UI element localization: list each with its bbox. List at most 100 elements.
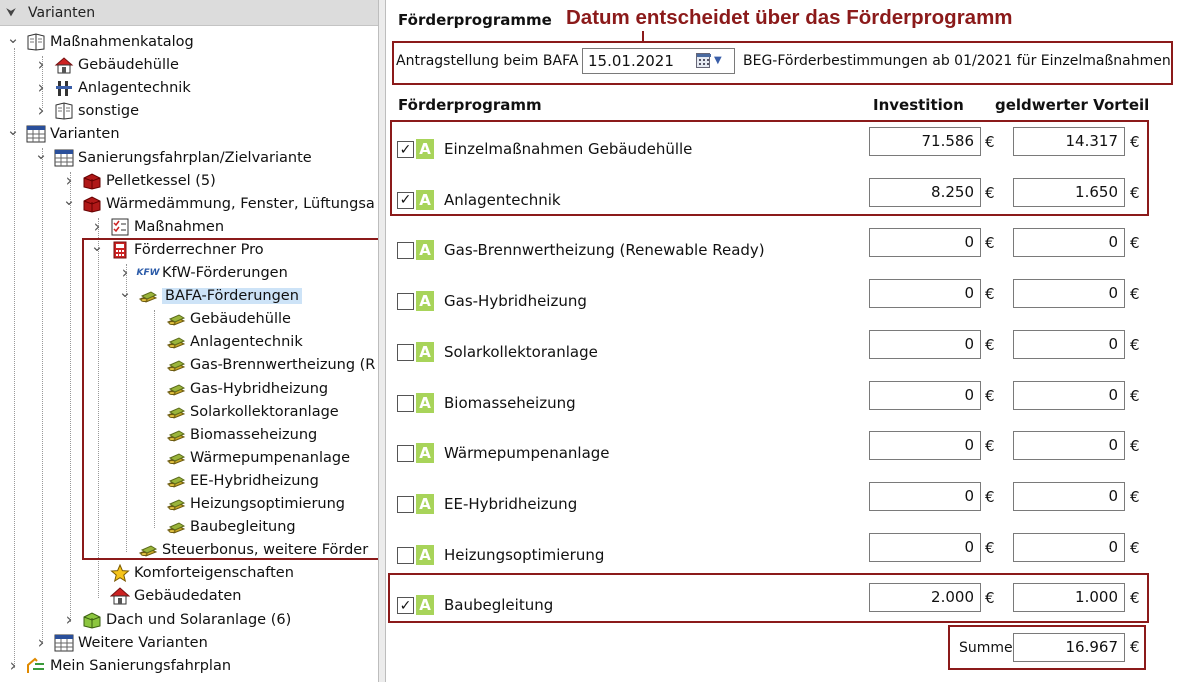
program-name: EE-Hybridheizung: [444, 494, 578, 513]
vorteil-field: 0: [1013, 329, 1125, 359]
program-checkbox[interactable]: ✓: [397, 191, 414, 209]
tree-item[interactable]: › Maßnahmen: [90, 216, 224, 238]
tree-item-label: Wärmedämmung, Fenster, Lüftungsa: [106, 195, 375, 212]
investition-currency: €: [985, 234, 995, 253]
tree-item-label: Gebäudedaten: [134, 588, 242, 605]
investition-field[interactable]: 0: [869, 481, 981, 511]
chevron-right-icon[interactable]: ›: [34, 633, 48, 653]
program-checkbox[interactable]: [397, 343, 414, 361]
foerderprogramme-panel: Förderprogramme Datum entscheidet über d…: [386, 0, 1200, 682]
a-badge-icon: A: [416, 493, 434, 514]
tree-item[interactable]: › Mein Sanierungsfahrplan: [6, 655, 231, 677]
chevron-right-icon[interactable]: ›: [62, 610, 76, 630]
annotation-text: Datum entscheidet über das Förderprogram…: [566, 6, 1013, 29]
program-name: Einzelmaßnahmen Gebäudehülle: [444, 140, 693, 158]
tree-item[interactable]: ⌄ Wärmedämmung, Fenster, Lüftungsa: [62, 191, 375, 215]
chevron-right-icon[interactable]: ›: [6, 656, 20, 676]
tree-item-label: Pelletkessel (5): [106, 172, 216, 189]
plan-icon: [26, 657, 46, 675]
checklist-icon: [110, 218, 130, 236]
program-checkbox[interactable]: [397, 394, 414, 412]
tree-item[interactable]: › sonstige: [34, 100, 139, 122]
variants-tree-panel: ⮟ Varianten ⌄ Maßnahmenkatalog › Gebäudehül…: [0, 0, 378, 682]
foerderrechner-highlight-box: [82, 238, 378, 560]
vorteil-currency: €: [1130, 285, 1140, 304]
chevron-down-icon[interactable]: ▼: [714, 55, 722, 66]
antrag-date-picker[interactable]: 15.01.2021 ▼: [582, 48, 735, 74]
program-name: Solarkollektoranlage: [444, 342, 598, 361]
panel-splitter[interactable]: [378, 0, 386, 682]
tree-item-label: Mein Sanierungsfahrplan: [50, 657, 232, 674]
investition-field[interactable]: 71.586: [869, 127, 981, 156]
investition-currency: €: [985, 183, 995, 202]
tree-header[interactable]: ⮟ Varianten: [0, 0, 378, 26]
program-checkbox[interactable]: [397, 445, 414, 463]
checkmark-icon: ✓: [399, 141, 412, 158]
program-checkbox[interactable]: ✓: [397, 597, 414, 615]
investition-currency: €: [985, 133, 995, 151]
star-icon: [110, 564, 130, 583]
investition-field[interactable]: 0: [869, 431, 981, 461]
program-name: Biomasseheizung: [444, 393, 576, 412]
tree-item[interactable]: › Weitere Varianten: [34, 632, 208, 654]
program-name: Anlagentechnik: [444, 190, 561, 209]
tree-item[interactable]: › Dach und Solaranlage (6): [62, 609, 292, 631]
investition-field[interactable]: 0: [869, 279, 981, 309]
investition-currency: €: [985, 487, 995, 506]
investition-field[interactable]: 0: [869, 532, 981, 562]
program-checkbox[interactable]: ✓: [397, 141, 414, 158]
chevron-right-icon[interactable]: ›: [90, 217, 104, 237]
vorteil-field: 1.000: [1013, 583, 1125, 613]
chevron-right-icon[interactable]: ›: [34, 101, 48, 121]
tree-item-label: Gebäudehülle: [78, 57, 179, 74]
investition-currency: €: [985, 335, 995, 354]
chevron-down-icon[interactable]: ⌄: [6, 121, 20, 139]
tree-item[interactable]: › Pelletkessel (5): [62, 170, 216, 192]
tree-item[interactable]: › Anlagentechnik: [34, 77, 191, 99]
vorteil-field: 1.650: [1013, 177, 1125, 207]
summe-label: Summe: [959, 640, 1013, 656]
tree-item[interactable]: ⌄ Varianten: [6, 121, 120, 145]
tree-item[interactable]: Gebäudedaten: [90, 585, 241, 607]
investition-field[interactable]: 0: [869, 228, 981, 258]
chevron-down-icon[interactable]: ⮟: [6, 5, 22, 20]
book-icon: [54, 102, 74, 120]
program-name: Baubegleitung: [444, 596, 554, 615]
tree-item[interactable]: ⌄ Maßnahmenkatalog: [6, 29, 194, 53]
chevron-down-icon[interactable]: ⌄: [62, 191, 76, 209]
a-badge-icon: A: [416, 240, 434, 261]
investition-field[interactable]: 8.250: [869, 177, 981, 207]
a-badge-icon: A: [416, 291, 434, 312]
program-checkbox[interactable]: [397, 293, 414, 311]
investition-field[interactable]: 0: [869, 380, 981, 410]
program-checkbox[interactable]: [397, 495, 414, 513]
a-badge-icon: A: [416, 443, 434, 464]
vorteil-currency: €: [1130, 386, 1140, 405]
investition-currency: €: [985, 386, 995, 405]
house-icon: [54, 56, 74, 74]
col-header-investition: Investition: [873, 96, 964, 114]
green-box-icon: [82, 611, 102, 629]
antrag-label: Antragstellung beim BAFA: [396, 53, 579, 69]
chevron-right-icon[interactable]: ›: [62, 171, 76, 191]
chevron-down-icon[interactable]: ⌄: [34, 145, 48, 163]
tree-item[interactable]: › Gebäudehülle: [34, 54, 179, 76]
a-badge-icon: A: [416, 341, 434, 362]
program-checkbox[interactable]: [397, 242, 414, 260]
vorteil-field: 0: [1013, 380, 1125, 410]
program-checkbox[interactable]: [397, 546, 414, 564]
calendar-icon[interactable]: [696, 53, 711, 68]
chevron-right-icon[interactable]: ›: [34, 55, 48, 75]
tree-item[interactable]: ⌄ Sanierungsfahrplan/Zielvariante: [34, 145, 312, 169]
chevron-down-icon[interactable]: ⌄: [6, 29, 20, 47]
chevron-right-icon[interactable]: ›: [34, 78, 48, 98]
investition-field[interactable]: 2.000: [869, 583, 981, 613]
tree-item-label: Varianten: [50, 126, 120, 143]
vorteil-currency: €: [1130, 487, 1140, 506]
tree-item[interactable]: Komforteigenschaften: [90, 562, 294, 584]
beg-info-text: BEG-Förderbestimmungen ab 01/2021 für Ei…: [743, 53, 1171, 69]
investition-field[interactable]: 0: [869, 329, 981, 359]
tree-item-label: sonstige: [78, 103, 140, 120]
vorteil-currency: €: [1130, 335, 1140, 354]
vorteil-field: 14.317: [1013, 127, 1125, 156]
